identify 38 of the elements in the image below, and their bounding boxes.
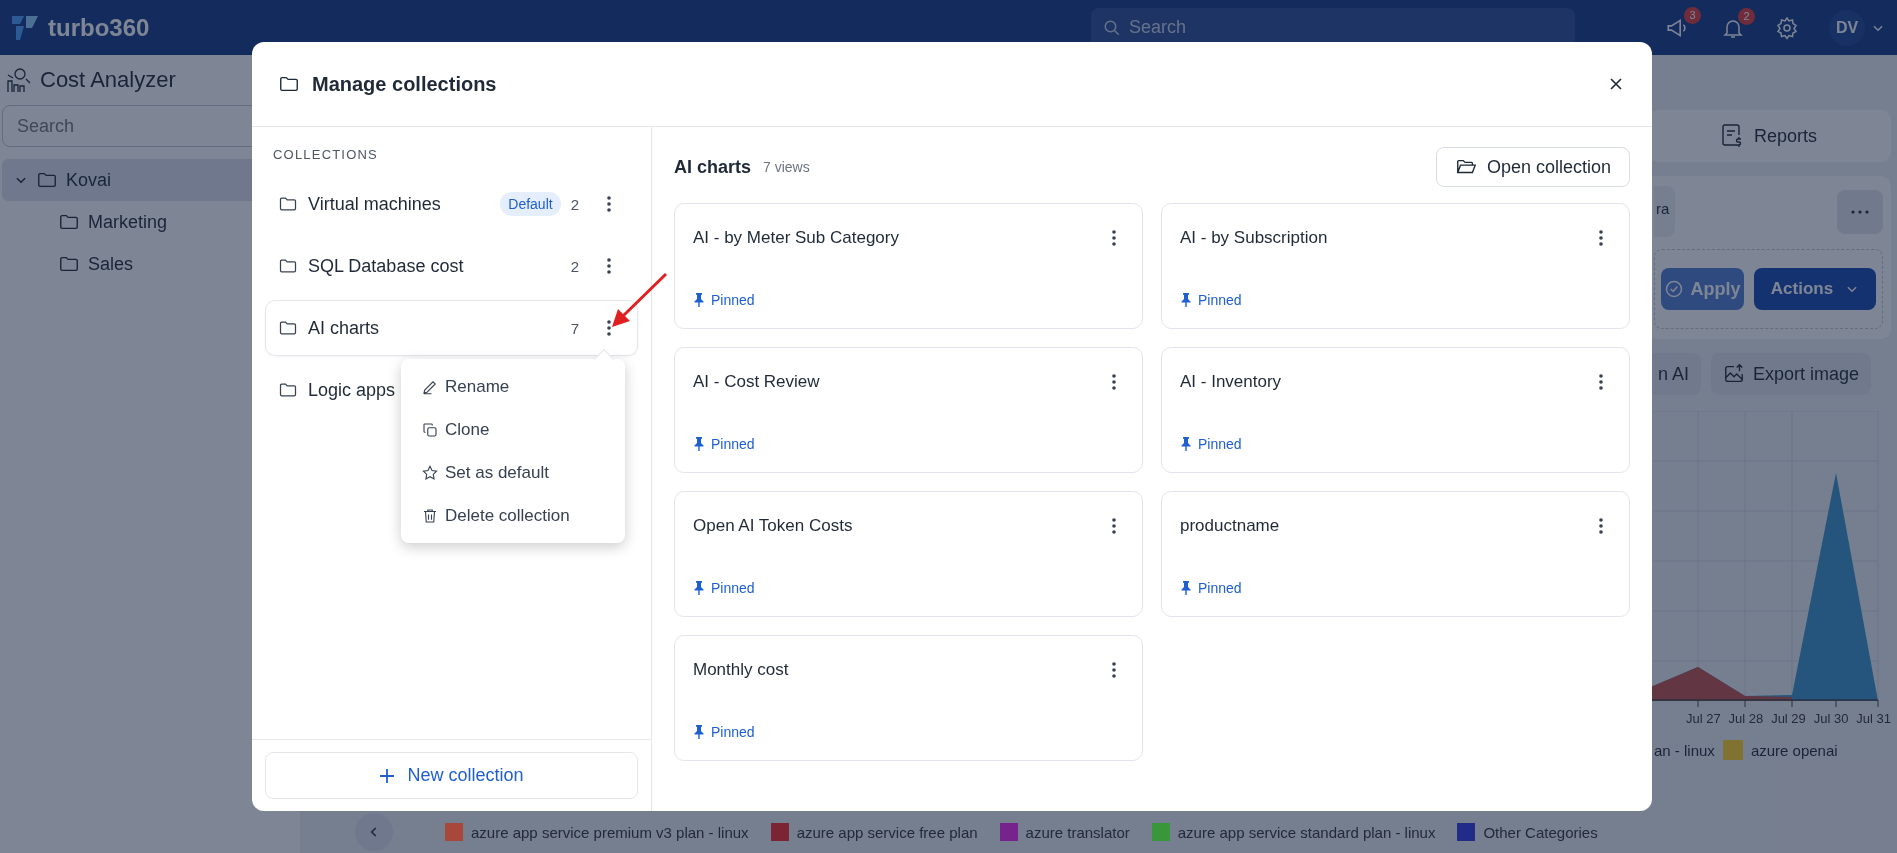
axis-label: Jul 27 — [1686, 711, 1721, 726]
axis-label: Jul 31 — [1856, 711, 1891, 726]
view-title: Monthly cost — [693, 660, 789, 680]
view-title: AI - by Subscription — [1180, 228, 1328, 248]
legend-label: azure translator — [1025, 823, 1130, 841]
section-label: COLLECTIONS — [272, 147, 379, 162]
view-count: 2 — [570, 195, 579, 213]
pinned-label: Pinned — [1198, 292, 1242, 308]
pinned-label: Pinned — [1198, 436, 1242, 452]
pinned-label: Pinned — [1198, 580, 1242, 596]
view-count: 7 — [570, 319, 579, 337]
sidebar-title: Cost Analyzer — [40, 67, 176, 93]
axis-label: Jul 30 — [1813, 711, 1849, 726]
collection-title: AI charts — [674, 156, 752, 178]
view-title: AI - Cost Review — [693, 372, 820, 392]
legend-label: an - linux — [1654, 741, 1715, 759]
legend-label: azure app service premium v3 plan - linux — [471, 823, 749, 841]
pinned-label: Pinned — [711, 724, 755, 740]
legend-label: azure app service standard plan - linux — [1177, 823, 1436, 841]
pinned-label: Pinned — [711, 292, 755, 308]
notification-badge: 3 — [1684, 6, 1701, 24]
axis-label: Jul 29 — [1771, 711, 1806, 726]
brand-name: turbo360 — [48, 13, 150, 42]
view-title: AI - by Meter Sub Category — [693, 228, 899, 248]
axis-label: Jul 28 — [1728, 711, 1764, 726]
legend-label: Other Categories — [1483, 823, 1598, 841]
notification-badge: 2 — [1738, 7, 1755, 25]
pinned-label: Pinned — [711, 580, 755, 596]
dialog-title: Manage collections — [312, 72, 497, 96]
legend-label: azure openai — [1750, 741, 1838, 759]
view-count: 7 views — [763, 159, 810, 175]
view-title: productname — [1180, 516, 1280, 536]
view-title: Open AI Token Costs — [693, 516, 853, 536]
default-badge: Default — [500, 192, 561, 216]
view-count: 2 — [570, 257, 579, 275]
pinned-label: Pinned — [711, 436, 755, 452]
legend-label: azure app service free plan — [796, 823, 978, 841]
view-title: AI - Inventory — [1180, 372, 1282, 392]
